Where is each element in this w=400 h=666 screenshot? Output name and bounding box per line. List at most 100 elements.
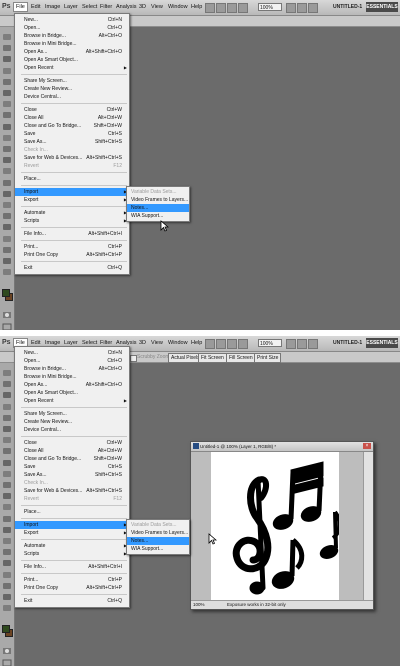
menu-item-open-recent[interactable]: Open Recent ▶ (15, 397, 129, 405)
dodge-tool-icon[interactable] (2, 179, 12, 187)
close-icon[interactable]: × (363, 443, 371, 449)
rotate-view-icon[interactable] (308, 339, 318, 349)
document-window[interactable]: Untitled-1 @ 100% (Layer 1, RGB/8) * × 1… (190, 441, 374, 610)
menu-item-automate[interactable]: Automate▶ (15, 209, 129, 217)
menu-item-device-central[interactable]: Device Central... (15, 93, 129, 101)
menu-item-open-as[interactable]: Open As... Alt+Shift+Ctrl+O (15, 48, 129, 56)
menu-item-open-as-smart-object[interactable]: Open As Smart Object... (15, 56, 129, 64)
3d-orbit-tool-icon[interactable] (2, 246, 12, 254)
workspace-switcher[interactable]: ESSENTIALS (366, 2, 398, 12)
clone-stamp-tool-icon[interactable] (2, 123, 12, 131)
hand-tool-icon[interactable] (2, 593, 12, 601)
menu-item-check-in[interactable]: Check In... (15, 146, 129, 154)
menu-item-close-all[interactable]: Close All Alt+Ctrl+W (15, 114, 129, 122)
menu-item-save-for-web-devices[interactable]: Save for Web & Devices... Alt+Shift+Ctrl+… (15, 154, 129, 162)
menu-item-close[interactable]: Close Ctrl+W (15, 439, 129, 447)
3d-rotate-tool-icon[interactable] (2, 571, 12, 579)
menu-item-browse-in-mini-bridge[interactable]: Browse in Mini Bridge... (15, 373, 129, 381)
shape-tool-icon[interactable] (2, 223, 12, 231)
gradient-tool-icon[interactable] (2, 492, 12, 500)
submenu-item-notes[interactable]: Notes... (127, 537, 189, 545)
workspace-switcher[interactable]: ESSENTIALS (366, 338, 398, 348)
screen-mode-icon[interactable] (2, 659, 12, 666)
clone-stamp-tool-icon[interactable] (2, 459, 12, 467)
move-tool-icon[interactable] (2, 369, 12, 377)
quick-select-tool-icon[interactable] (2, 403, 12, 411)
menu-item-print[interactable]: Print... Ctrl+P (15, 243, 129, 251)
zoom-icon[interactable] (297, 3, 307, 13)
gradient-tool-icon[interactable] (2, 156, 12, 164)
menu-help[interactable]: Help (189, 339, 204, 347)
menu-item-new[interactable]: New... Ctrl+N (15, 349, 129, 357)
fit-screen-button[interactable]: Fit Screen (198, 353, 227, 363)
menu-item-create-new-review[interactable]: Create New Review... (15, 85, 129, 93)
menu-item-print-one-copy[interactable]: Print One Copy Alt+Shift+Ctrl+P (15, 251, 129, 259)
arrange-icon[interactable] (238, 339, 248, 349)
healing-brush-tool-icon[interactable] (2, 436, 12, 444)
history-brush-tool-icon[interactable] (2, 470, 12, 478)
hand-icon[interactable] (286, 339, 296, 349)
menu-item-browse-in-mini-bridge[interactable]: Browse in Mini Bridge... (15, 40, 129, 48)
menu-item-create-new-review[interactable]: Create New Review... (15, 418, 129, 426)
menu-item-print[interactable]: Print... Ctrl+P (15, 576, 129, 584)
fill-screen-button[interactable]: Fill Screen (226, 353, 256, 363)
zoom-level-field[interactable]: 100% (258, 339, 282, 347)
menu-item-open-as-smart-object[interactable]: Open As Smart Object... (15, 389, 129, 397)
pen-tool-icon[interactable] (2, 526, 12, 534)
zoom-tool-icon[interactable] (2, 604, 12, 612)
menu-item-open[interactable]: Open... Ctrl+O (15, 357, 129, 365)
menu-item-browse-in-bridge[interactable]: Browse in Bridge... Alt+Ctrl+O (15, 365, 129, 373)
menu-3d[interactable]: 3D (137, 339, 148, 347)
menu-view[interactable]: View (149, 339, 165, 347)
menu-item-open-recent[interactable]: Open Recent ▶ (15, 64, 129, 72)
menu-item-revert[interactable]: Revert F12 (15, 495, 129, 503)
foreground-color-swatch[interactable] (2, 625, 10, 633)
menu-item-save-as[interactable]: Save As... Shift+Ctrl+S (15, 138, 129, 146)
menu-item-new[interactable]: New... Ctrl+N (15, 16, 129, 24)
3d-orbit-tool-icon[interactable] (2, 582, 12, 590)
hand-icon[interactable] (286, 3, 296, 13)
menu-item-close-all[interactable]: Close All Alt+Ctrl+W (15, 447, 129, 455)
marquee-tool-icon[interactable] (2, 380, 12, 388)
menu-item-export[interactable]: Export▶ (15, 529, 129, 537)
document-zoom-field[interactable]: 100% (193, 602, 205, 607)
menu-3d[interactable]: 3D (137, 3, 148, 11)
mini-bridge-icon[interactable] (216, 3, 226, 13)
eyedropper-tool-icon[interactable] (2, 89, 12, 97)
quick-mask-icon[interactable] (2, 647, 12, 655)
marquee-tool-icon[interactable] (2, 44, 12, 52)
brush-tool-icon[interactable] (2, 111, 12, 119)
shape-tool-icon[interactable] (2, 559, 12, 567)
menu-item-file-info[interactable]: File Info... Alt+Shift+Ctrl+I (15, 230, 129, 238)
bridge-icon[interactable] (205, 3, 215, 13)
menu-item-automate[interactable]: Automate▶ (15, 542, 129, 550)
menu-help[interactable]: Help (189, 3, 204, 11)
menu-item-scripts[interactable]: Scripts▶ (15, 550, 129, 558)
history-brush-tool-icon[interactable] (2, 134, 12, 142)
menu-item-browse-in-bridge[interactable]: Browse in Bridge... Alt+Ctrl+O (15, 32, 129, 40)
eraser-tool-icon[interactable] (2, 481, 12, 489)
submenu-item-wia-support[interactable]: WIA Support... (127, 545, 189, 553)
menu-item-share-my-screen[interactable]: Share My Screen... (15, 410, 129, 418)
menu-item-file-info[interactable]: File Info... Alt+Shift+Ctrl+I (15, 563, 129, 571)
print-size-button[interactable]: Print Size (254, 353, 282, 363)
menu-window[interactable]: Window (166, 339, 190, 347)
eyedropper-tool-icon[interactable] (2, 425, 12, 433)
zoom-level-field[interactable]: 100% (258, 3, 282, 11)
zoom-tool-icon[interactable] (2, 268, 12, 276)
menu-item-close[interactable]: Close Ctrl+W (15, 106, 129, 114)
menu-item-revert[interactable]: Revert F12 (15, 162, 129, 170)
menu-item-save[interactable]: Save Ctrl+S (15, 463, 129, 471)
submenu-item-video-frames-to-layers[interactable]: Video Frames to Layers... (127, 196, 189, 204)
quick-select-tool-icon[interactable] (2, 67, 12, 75)
menu-item-exit[interactable]: Exit Ctrl+Q (15, 264, 129, 272)
document-titlebar[interactable]: Untitled-1 @ 100% (Layer 1, RGB/8) * × (191, 442, 373, 452)
menu-image[interactable]: Image (43, 3, 62, 11)
menu-edit[interactable]: Edit (29, 3, 42, 11)
bridge-icon[interactable] (205, 339, 215, 349)
menu-item-export[interactable]: Export▶ (15, 196, 129, 204)
menu-select[interactable]: Select (80, 3, 99, 11)
canvas-area[interactable] (191, 452, 363, 600)
menu-item-open-as[interactable]: Open As... Alt+Shift+Ctrl+O (15, 381, 129, 389)
menu-file[interactable]: File (13, 2, 28, 12)
